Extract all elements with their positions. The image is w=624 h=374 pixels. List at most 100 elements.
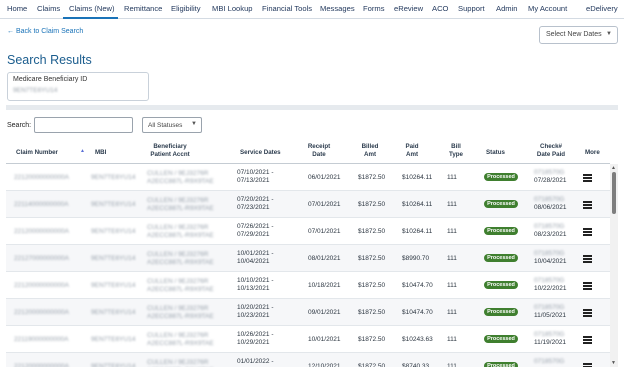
col-billed-l1[interactable]: Billed xyxy=(358,143,382,151)
sort-asc-icon[interactable]: ▲ xyxy=(80,148,85,154)
scrollbar-thumb[interactable] xyxy=(612,172,616,214)
more-menu-line xyxy=(583,288,592,290)
check-number: 0718570G xyxy=(534,223,565,230)
beneficiary-cell-l1: CULLEN / 9EJ3276R xyxy=(147,170,209,177)
beneficiary-cell-l1: CULLEN / 9EJ3276R xyxy=(147,251,209,258)
claim-number: 22127000000000A xyxy=(14,255,69,262)
active-tab-underline xyxy=(63,17,118,19)
receipt-date: 08/01/2021 xyxy=(308,255,341,262)
col-paid-l1[interactable]: Paid xyxy=(401,143,423,151)
more-menu-icon[interactable] xyxy=(583,282,592,290)
col-bill-type-l1[interactable]: Bill xyxy=(447,143,465,151)
nav-edelivery[interactable]: eDelivery xyxy=(586,4,618,13)
more-menu-icon[interactable] xyxy=(583,363,592,367)
nav-support[interactable]: Support xyxy=(458,4,485,13)
col-beneficiary-l1[interactable]: Beneficiary xyxy=(148,143,192,151)
beneficiary-cell-l2: A2ECC887L-R9X9TAE xyxy=(147,205,214,212)
service-date-end: 10/29/2021 xyxy=(237,339,270,346)
nav-home[interactable]: Home xyxy=(7,4,27,13)
chevron-down-icon: ▼ xyxy=(606,31,612,37)
col-check-l1[interactable]: Check# xyxy=(534,143,568,151)
billed-amount: $1872.50 xyxy=(358,255,386,262)
date-paid: 08/23/2021 xyxy=(534,231,567,238)
receipt-date: 12/10/2021 xyxy=(308,363,341,367)
col-claim-number[interactable]: Claim Number xyxy=(16,149,58,157)
more-menu-line xyxy=(583,309,592,311)
claim-number: 22119000000000A xyxy=(14,336,69,343)
scroll-up-icon[interactable]: ▲ xyxy=(611,165,616,171)
nav-admin[interactable]: Admin xyxy=(496,4,518,13)
col-bill-type-l2[interactable]: Type xyxy=(447,151,465,159)
billed-amount: $1872.50 xyxy=(358,174,386,181)
nav-claims[interactable]: Claims xyxy=(37,4,60,13)
billed-amount: $1872.50 xyxy=(358,228,386,235)
status-badge: Processed xyxy=(484,254,518,262)
bill-type: 111 xyxy=(447,228,457,235)
col-check-l2[interactable]: Date Paid xyxy=(534,151,568,159)
status-badge: Processed xyxy=(484,308,518,316)
more-menu-line xyxy=(583,204,592,206)
service-date-start: 10/26/2021 - xyxy=(237,331,274,338)
table-row: 22114000000000A 9EN7TE6YU14 CULLEN / 9EJ32… xyxy=(6,191,610,218)
col-service-dates[interactable]: Service Dates xyxy=(240,149,281,157)
chevron-down-icon: ▼ xyxy=(191,121,197,127)
select-new-dates-label: Select New Dates xyxy=(546,31,602,38)
claim-number: 22120000000000A xyxy=(14,282,69,289)
more-menu-icon[interactable] xyxy=(583,255,592,263)
nav-aco[interactable]: ACO xyxy=(432,4,448,13)
nav-financial-tools[interactable]: Financial Tools xyxy=(262,4,312,13)
claim-number: 22114000000000A xyxy=(14,201,69,208)
status-filter-value: All Statuses xyxy=(148,122,183,129)
more-menu-line xyxy=(583,207,592,209)
nav-forms[interactable]: Forms xyxy=(363,4,385,13)
search-input[interactable] xyxy=(34,117,133,133)
nav-messages[interactable]: Messages xyxy=(320,4,355,13)
status-badge: Processed xyxy=(484,335,518,343)
status-filter-select[interactable]: All Statuses ▼ xyxy=(142,117,202,133)
nav-eligibility[interactable]: Eligibility xyxy=(171,4,201,13)
billed-amount: $1872.50 xyxy=(358,336,386,343)
col-status[interactable]: Status xyxy=(486,149,505,157)
claim-number: 22120000000000A xyxy=(14,228,69,235)
more-menu-icon[interactable] xyxy=(583,201,592,209)
beneficiary-cell-l2: A2ECC887L-R9X9TAE xyxy=(147,232,214,239)
claim-number: 22120000000000A xyxy=(14,363,69,367)
more-menu-icon[interactable] xyxy=(583,228,592,236)
nav-my-account[interactable]: My Account xyxy=(528,4,567,13)
more-menu-line xyxy=(583,231,592,233)
status-badge: Processed xyxy=(484,281,518,289)
more-menu-icon[interactable] xyxy=(583,309,592,317)
beneficiary-cell-l2: A2ECC887L-R9X9TAE xyxy=(147,286,214,293)
col-receipt-l1[interactable]: Receipt xyxy=(306,143,332,151)
col-beneficiary-l2[interactable]: Patient Accnt xyxy=(148,151,192,159)
receipt-date: 06/01/2021 xyxy=(308,174,341,181)
more-menu-line xyxy=(583,261,592,263)
select-new-dates-dropdown[interactable]: Select New Dates ▼ xyxy=(539,26,618,44)
more-menu-line xyxy=(583,315,592,317)
status-badge: Processed xyxy=(484,362,518,367)
col-paid-l2[interactable]: Amt xyxy=(401,151,423,159)
table-row: 22120000000000A 9EN7TE6YU14 CULLEN / 9EJ32… xyxy=(6,299,610,326)
bill-type: 111 xyxy=(447,282,457,289)
nav-mbi-lookup[interactable]: MBI Lookup xyxy=(212,4,253,13)
beneficiary-cell-l2: A2ECC887L-R9X9TAE xyxy=(147,259,214,266)
table-scrollbar[interactable]: ▲ ▼ xyxy=(610,164,618,367)
paid-amount: $10474.70 xyxy=(402,282,433,289)
col-mbi[interactable]: MBI xyxy=(95,149,106,157)
nav-remittance[interactable]: Remittance xyxy=(124,4,162,13)
service-date-end: 07/29/2021 xyxy=(237,231,270,238)
mbi-cell: 9EN7TE6YU14 xyxy=(91,282,136,289)
bill-type: 111 xyxy=(447,336,457,343)
beneficiary-cell-l1: CULLEN / 9EJ3276R xyxy=(147,224,209,231)
more-menu-icon[interactable] xyxy=(583,174,592,182)
more-menu-icon[interactable] xyxy=(583,336,592,344)
nav-claims-new[interactable]: Claims (New) xyxy=(69,4,115,13)
check-number: 0718570G xyxy=(534,331,565,338)
scroll-down-icon[interactable]: ▼ xyxy=(611,360,616,366)
claim-number: 22120000000000A xyxy=(14,309,69,316)
col-receipt-l2[interactable]: Date xyxy=(306,151,332,159)
nav-ereview[interactable]: eReview xyxy=(394,4,423,13)
back-to-claim-search-link[interactable]: ← Back to Claim Search xyxy=(7,28,83,35)
col-billed-l2[interactable]: Amt xyxy=(358,151,382,159)
check-number: 0718570G xyxy=(534,250,565,257)
